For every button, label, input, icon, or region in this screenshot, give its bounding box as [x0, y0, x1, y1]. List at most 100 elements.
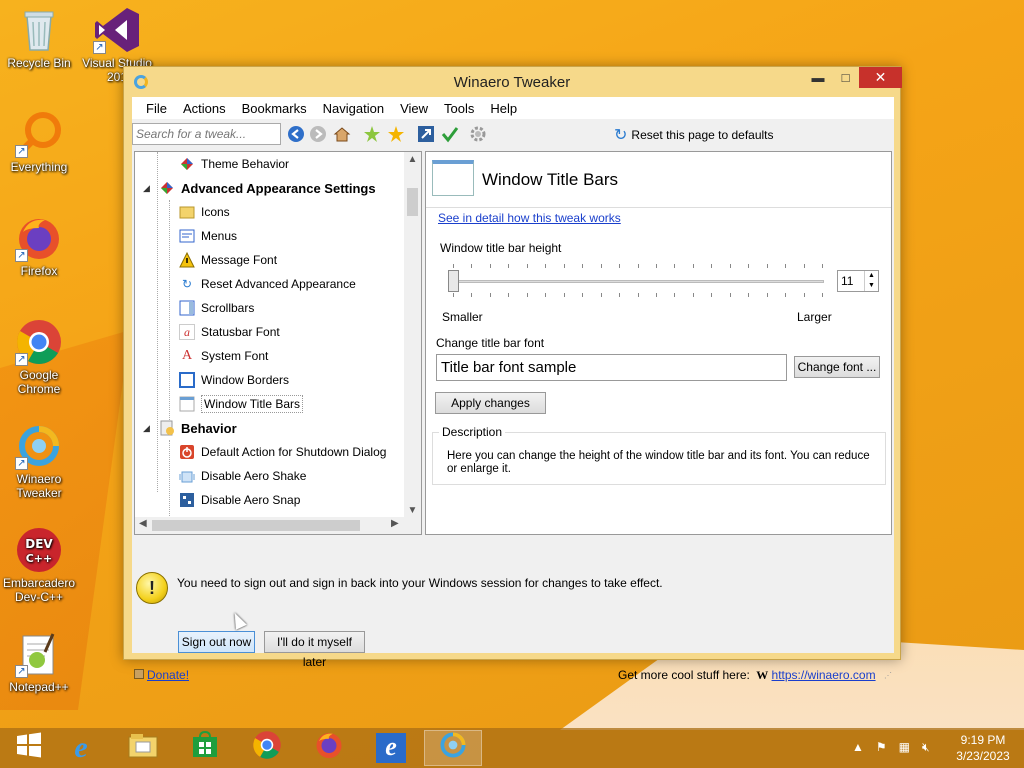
- scroll-down-arrow-icon[interactable]: ▼: [404, 505, 421, 516]
- warning-icon: [179, 252, 195, 268]
- tree-horizontal-scrollbar[interactable]: ◀ ▶: [135, 517, 421, 534]
- slider-tick: [453, 264, 454, 268]
- height-slider-thumb[interactable]: [448, 270, 459, 292]
- reset-page-button[interactable]: ↻ Reset this page to defaults: [614, 125, 774, 145]
- close-button[interactable]: ✕: [859, 67, 902, 88]
- tree-item-statusbar-font[interactable]: a Statusbar Font: [179, 320, 280, 344]
- tree-item-theme-behavior[interactable]: Theme Behavior: [179, 152, 289, 176]
- volume-muted-icon[interactable]: 🔇︎: [922, 740, 930, 755]
- desktop-icon-recycle-bin[interactable]: Recycle Bin: [0, 6, 78, 70]
- settings-gear-icon[interactable]: [469, 125, 487, 143]
- maximize-button[interactable]: □: [832, 67, 859, 88]
- slider-tick: [545, 264, 546, 268]
- taskbar-store[interactable]: [176, 730, 234, 766]
- desktop-icon-firefox[interactable]: ↗ Firefox: [0, 214, 78, 278]
- collapse-arrow-icon[interactable]: ◢: [143, 183, 150, 194]
- tree-item-reset-advanced-appearance[interactable]: ↻ Reset Advanced Appearance: [179, 272, 356, 296]
- tree-item-window-borders[interactable]: Window Borders: [179, 368, 289, 392]
- height-spinbox[interactable]: 11 ▲ ▼: [837, 270, 879, 292]
- tree-item-window-title-bars[interactable]: Window Title Bars: [179, 392, 304, 416]
- menu-actions[interactable]: Actions: [175, 101, 234, 116]
- desktop-icon-dev-cpp[interactable]: DEV C++ Embarcadero Dev-C++: [0, 526, 78, 604]
- window-title-bars-preview-icon: [432, 160, 474, 196]
- action-center-flag-icon[interactable]: ⚑: [876, 740, 887, 755]
- menu-help[interactable]: Help: [482, 101, 525, 116]
- start-button[interactable]: [0, 730, 58, 766]
- taskbar-clock[interactable]: 9:19 PM 3/23/2023: [950, 732, 1016, 764]
- add-bookmark-icon[interactable]: [363, 125, 381, 143]
- desktop-icon-everything[interactable]: ↗ Everything: [0, 110, 78, 174]
- taskbar-firefox[interactable]: [300, 730, 358, 766]
- scroll-up-arrow-icon[interactable]: ▲: [404, 154, 421, 165]
- show-hidden-icons-icon[interactable]: ▲: [852, 740, 864, 755]
- forward-icon[interactable]: [309, 125, 327, 143]
- shortcut-icon[interactable]: [417, 125, 435, 143]
- firefox-icon: [314, 730, 344, 766]
- spin-buttons[interactable]: ▲ ▼: [864, 271, 878, 291]
- donate-link[interactable]: Donate!: [147, 668, 189, 682]
- minimize-button[interactable]: ▬: [804, 67, 832, 88]
- warning-icon: !: [136, 572, 168, 604]
- back-icon[interactable]: [287, 125, 305, 143]
- scrollbar-thumb[interactable]: [407, 188, 418, 216]
- recycle-bin-icon: [15, 6, 63, 54]
- tree-category-behavior[interactable]: Behavior: [159, 416, 237, 440]
- sign-out-now-button[interactable]: Sign out now: [178, 631, 255, 653]
- status-bar: Donate! Get more cool stuff here: W http…: [132, 663, 894, 687]
- tree-item-disable-aero-shake[interactable]: Disable Aero Shake: [179, 464, 306, 488]
- change-font-button[interactable]: Change font ...: [794, 356, 880, 378]
- menu-file[interactable]: File: [138, 101, 175, 116]
- slider-tick: [619, 293, 620, 297]
- tree-item-menus[interactable]: Menus: [179, 224, 237, 248]
- scroll-right-arrow-icon[interactable]: ▶: [391, 518, 399, 529]
- tree-item-message-font[interactable]: Message Font: [179, 248, 277, 272]
- tree-vertical-scrollbar[interactable]: ▲ ▼: [404, 152, 421, 518]
- shake-icon: [179, 468, 195, 484]
- desktop-icon-winaero-tweaker[interactable]: ↗ Winaero Tweaker: [0, 422, 78, 500]
- tweak-tree[interactable]: ◢ ◢ Theme Behavior Advanced Appearance S…: [134, 151, 422, 535]
- network-icon[interactable]: ▦: [899, 740, 910, 755]
- desktop-icon-label: Notepad++: [9, 680, 69, 694]
- signout-notice-text: You need to sign out and sign in back in…: [177, 576, 663, 590]
- tree-category-advanced-appearance[interactable]: Advanced Appearance Settings: [159, 176, 376, 200]
- taskbar-winaero-tweaker[interactable]: [424, 730, 482, 766]
- slider-tick: [656, 264, 657, 268]
- bookmarks-star-icon[interactable]: [387, 125, 405, 143]
- menu-navigation[interactable]: Navigation: [315, 101, 392, 116]
- checkmark-icon[interactable]: [441, 125, 459, 143]
- tree-item-default-action-shutdown[interactable]: Default Action for Shutdown Dialog: [179, 440, 386, 464]
- resize-grip-icon[interactable]: ⋰: [884, 671, 892, 680]
- taskbar-internet-explorer-tile[interactable]: e: [362, 730, 420, 766]
- shortcut-arrow-icon: ↗: [15, 249, 28, 262]
- description-groupbox: Description Here you can change the heig…: [432, 425, 886, 485]
- scrollbar-thumb[interactable]: [152, 520, 360, 531]
- menu-view[interactable]: View: [392, 101, 436, 116]
- height-value: 11: [841, 274, 854, 288]
- font-sample-field[interactable]: Title bar font sample: [436, 354, 787, 381]
- tree-item-scrollbars[interactable]: Scrollbars: [179, 296, 254, 320]
- apply-changes-button[interactable]: Apply changes: [435, 392, 546, 414]
- scroll-left-arrow-icon[interactable]: ◀: [139, 518, 147, 529]
- desktop-icon-notepad-plus-plus[interactable]: ↗ Notepad++: [0, 630, 78, 694]
- tree-item-disable-aero-snap[interactable]: Disable Aero Snap: [179, 488, 300, 512]
- tree-item-icons[interactable]: Icons: [179, 200, 230, 224]
- slider-tick: [711, 293, 712, 297]
- detail-link[interactable]: See in detail how this tweak works: [438, 211, 621, 225]
- window-titlebar[interactable]: Winaero Tweaker ▬ □ ✕: [124, 67, 902, 97]
- taskbar-file-explorer[interactable]: [114, 730, 172, 766]
- file-explorer-icon: [128, 732, 158, 764]
- tree-item-label: Scrollbars: [201, 301, 255, 315]
- do-it-later-button[interactable]: I'll do it myself later: [264, 631, 365, 669]
- home-icon[interactable]: [333, 125, 351, 143]
- tree-item-system-font[interactable]: A System Font: [179, 344, 268, 368]
- collapse-arrow-icon[interactable]: ◢: [143, 423, 150, 434]
- desktop-icon-google-chrome[interactable]: ↗ Google Chrome: [0, 318, 78, 396]
- height-slider-track[interactable]: [448, 280, 824, 283]
- taskbar-chrome[interactable]: [238, 730, 296, 766]
- tree-item-label: Disable Aero Snap: [201, 493, 301, 507]
- menu-tools[interactable]: Tools: [436, 101, 482, 116]
- winaero-link[interactable]: https://winaero.com: [772, 668, 876, 682]
- menu-bookmarks[interactable]: Bookmarks: [234, 101, 315, 116]
- search-input[interactable]: Search for a tweak...: [132, 123, 281, 145]
- taskbar-internet-explorer[interactable]: e: [52, 730, 110, 766]
